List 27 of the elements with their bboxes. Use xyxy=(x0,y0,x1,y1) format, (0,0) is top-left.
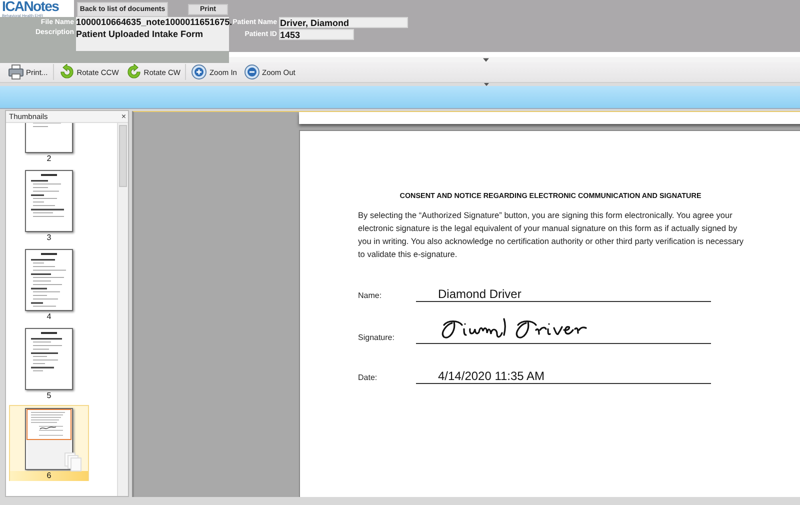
zoom-out-icon xyxy=(244,64,260,80)
printer-icon xyxy=(8,64,24,80)
page-thumbnail[interactable]: 3 xyxy=(9,168,89,243)
scrollbar[interactable] xyxy=(117,123,128,496)
filled-value: 4/14/2020 11:35 AM xyxy=(416,370,711,384)
field-label: Signature: xyxy=(358,333,396,344)
page-thumbnail[interactable]: 6 xyxy=(9,405,89,481)
page-thumbnail[interactable]: 4 xyxy=(9,247,89,322)
filled-value: Diamond Driver xyxy=(416,288,711,302)
stacked-pages-icon xyxy=(64,452,82,472)
field-label: Name: xyxy=(358,291,383,302)
page-thumbnail[interactable]: 2 xyxy=(9,123,89,164)
close-button[interactable]: × xyxy=(121,112,126,120)
page-preview xyxy=(25,170,73,232)
page-preview xyxy=(25,408,73,470)
field-value: Driver, Diamond xyxy=(279,17,408,28)
field-value: 1453 xyxy=(279,28,354,40)
zoom-in-icon xyxy=(191,64,208,80)
page-thumbnail[interactable]: 5 xyxy=(9,326,89,401)
field-value: Patient Uploaded Intake Form xyxy=(76,28,229,50)
page-preview xyxy=(25,249,73,311)
field-label: Date: xyxy=(358,373,378,384)
rotate-right-icon xyxy=(126,64,142,80)
page-preview xyxy=(25,328,73,390)
rotate-left-icon xyxy=(58,64,75,80)
field-value: 1000010664635_note1000011651675. xyxy=(76,17,229,28)
consent-paragraph: By selecting the “Authorized Signature” button, you are signing this form electronically. You agree your electronic signature is the legal equivalent of your manual signature on this form as if actually signed by you in writing. You also acknowledge no certification authority or other third party verification is necessary to validate this e-signature. xyxy=(358,209,745,261)
